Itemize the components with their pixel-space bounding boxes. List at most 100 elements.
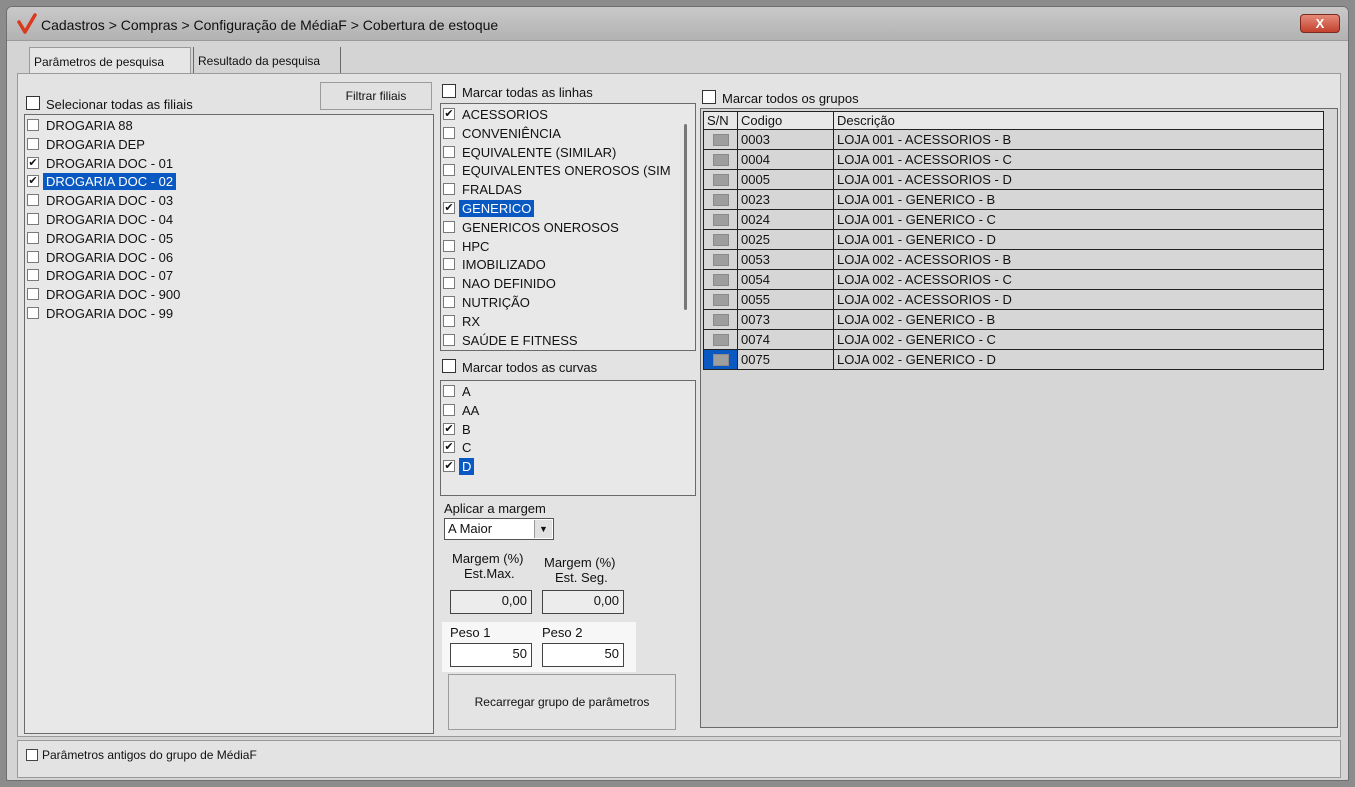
filial-item-checkbox[interactable] bbox=[27, 137, 39, 150]
column-header-descricao[interactable]: Descrição bbox=[833, 111, 1324, 130]
linha-item-checkbox[interactable]: ✔ bbox=[443, 202, 455, 214]
column-header-sn[interactable]: S/N bbox=[703, 111, 738, 130]
table-row[interactable]: 0003 LOJA 001 - ACESSORIOS - B bbox=[703, 129, 1324, 150]
curva-item-checkbox[interactable]: ✔ bbox=[443, 422, 455, 435]
filial-item[interactable]: DROGARIA DOC - 06 bbox=[25, 248, 433, 267]
linha-item[interactable]: RX bbox=[441, 312, 695, 331]
row-toggle-box[interactable] bbox=[712, 233, 729, 246]
linha-item-checkbox[interactable] bbox=[443, 239, 455, 252]
filial-item[interactable]: DROGARIA DOC - 900 bbox=[25, 285, 433, 304]
row-toggle-box[interactable] bbox=[712, 153, 729, 166]
row-sn-cell[interactable] bbox=[703, 129, 738, 150]
filiais-listbox[interactable]: DROGARIA 88 DROGARIA DEP ✔ DROGARIA DOC - 0… bbox=[24, 114, 434, 734]
filial-item[interactable]: DROGARIA 88 bbox=[25, 116, 433, 135]
peso2-input[interactable]: 50 bbox=[542, 643, 624, 667]
linha-item[interactable]: SAÚDE E FITNESS bbox=[441, 331, 695, 350]
row-toggle-box[interactable] bbox=[712, 293, 729, 306]
table-row[interactable]: 0053 LOJA 002 - ACESSORIOS - B bbox=[703, 249, 1324, 270]
linha-item[interactable]: IMOBILIZADO bbox=[441, 255, 695, 274]
table-row[interactable]: 0074 LOJA 002 - GENERICO - C bbox=[703, 329, 1324, 350]
table-row[interactable]: 0023 LOJA 001 - GENERICO - B bbox=[703, 189, 1324, 210]
row-sn-cell[interactable] bbox=[703, 149, 738, 170]
linha-item-checkbox[interactable] bbox=[443, 296, 455, 308]
linha-item-checkbox[interactable]: ✔ bbox=[443, 108, 455, 120]
row-toggle-box[interactable] bbox=[712, 213, 729, 226]
linha-item-checkbox[interactable] bbox=[443, 333, 455, 346]
apply-margin-select[interactable]: A Maior ▼ bbox=[444, 518, 554, 540]
linha-item[interactable]: EQUIVALENTE (SIMILAR) bbox=[441, 143, 695, 162]
row-sn-cell[interactable] bbox=[703, 189, 738, 210]
tab-resultado-pesquisa[interactable]: Resultado da pesquisa bbox=[193, 47, 341, 75]
linha-item[interactable]: EQUIVALENTES ONEROSOS (SIM bbox=[441, 161, 695, 180]
filial-item-checkbox[interactable] bbox=[27, 307, 39, 319]
linha-item[interactable]: HPC bbox=[441, 237, 695, 256]
filial-item-checkbox[interactable] bbox=[27, 194, 39, 207]
filial-item[interactable]: DROGARIA DOC - 04 bbox=[25, 210, 433, 229]
filial-item[interactable]: DROGARIA DOC - 03 bbox=[25, 191, 433, 210]
row-toggle-box[interactable] bbox=[712, 173, 729, 186]
linha-item[interactable]: GENERICOS ONEROSOS bbox=[441, 218, 695, 237]
filial-item[interactable]: DROGARIA DOC - 07 bbox=[25, 266, 433, 285]
margin-seg-input[interactable]: 0,00 bbox=[542, 590, 624, 614]
tab-parametros-pesquisa[interactable]: Parâmetros de pesquisa bbox=[29, 47, 191, 75]
row-toggle-box[interactable] bbox=[712, 353, 729, 366]
table-row[interactable]: 0005 LOJA 001 - ACESSORIOS - D bbox=[703, 169, 1324, 190]
filial-item[interactable]: ✔ DROGARIA DOC - 01 bbox=[25, 154, 433, 173]
select-all-grupos-checkbox[interactable] bbox=[702, 90, 716, 104]
filial-item-checkbox[interactable] bbox=[27, 119, 39, 131]
curva-item[interactable]: ✔ B bbox=[441, 420, 695, 439]
table-row[interactable]: 0055 LOJA 002 - ACESSORIOS - D bbox=[703, 289, 1324, 310]
linha-item-checkbox[interactable] bbox=[443, 258, 455, 271]
select-all-filiais-checkbox[interactable] bbox=[26, 96, 40, 110]
linha-item[interactable]: CONVENIÊNCIA bbox=[441, 124, 695, 143]
select-all-curvas-checkbox[interactable] bbox=[442, 359, 456, 373]
old-params-checkbox[interactable] bbox=[26, 749, 38, 761]
filial-item[interactable]: DROGARIA DOC - 05 bbox=[25, 229, 433, 248]
linhas-scrollbar[interactable] bbox=[684, 124, 687, 310]
filial-item-checkbox[interactable]: ✔ bbox=[27, 175, 39, 188]
row-toggle-box[interactable] bbox=[712, 273, 729, 286]
filial-item-checkbox[interactable]: ✔ bbox=[27, 156, 39, 169]
linha-item-checkbox[interactable] bbox=[443, 314, 455, 327]
curva-item[interactable]: AA bbox=[441, 401, 695, 420]
row-sn-cell[interactable] bbox=[703, 329, 738, 350]
linha-item-checkbox[interactable] bbox=[443, 145, 455, 158]
linha-item-checkbox[interactable] bbox=[443, 126, 455, 139]
peso1-input[interactable]: 50 bbox=[450, 643, 532, 667]
linha-item[interactable]: ✔ ACESSORIOS bbox=[441, 105, 695, 124]
chevron-down-icon[interactable]: ▼ bbox=[534, 520, 552, 538]
linhas-listbox[interactable]: ✔ ACESSORIOS CONVENIÊNCIA EQUIVALENTE (SIMI… bbox=[440, 103, 696, 351]
table-row[interactable]: 0075 LOJA 002 - GENERICO - D bbox=[703, 349, 1324, 370]
row-sn-cell[interactable] bbox=[703, 169, 738, 190]
table-row[interactable]: 0073 LOJA 002 - GENERICO - B bbox=[703, 309, 1324, 330]
curva-item[interactable]: A bbox=[441, 382, 695, 401]
margin-max-input[interactable]: 0,00 bbox=[450, 590, 532, 614]
select-all-linhas-checkbox[interactable] bbox=[442, 84, 456, 98]
filial-item-checkbox[interactable] bbox=[27, 213, 39, 225]
row-toggle-box[interactable] bbox=[712, 313, 729, 326]
row-sn-cell[interactable] bbox=[703, 309, 738, 330]
table-row[interactable]: 0024 LOJA 001 - GENERICO - C bbox=[703, 209, 1324, 230]
filial-item[interactable]: ✔ DROGARIA DOC - 02 bbox=[25, 172, 433, 191]
linha-item-checkbox[interactable] bbox=[443, 183, 455, 196]
curva-item[interactable]: ✔ D bbox=[441, 457, 695, 476]
linha-item[interactable]: NAO DEFINIDO bbox=[441, 274, 695, 293]
row-toggle-box[interactable] bbox=[712, 133, 729, 146]
curvas-listbox[interactable]: A AA ✔ B ✔ C ✔ D bbox=[440, 380, 696, 496]
filial-item-checkbox[interactable] bbox=[27, 231, 39, 244]
row-sn-cell[interactable] bbox=[703, 229, 738, 250]
row-toggle-box[interactable] bbox=[712, 193, 729, 206]
table-row[interactable]: 0054 LOJA 002 - ACESSORIOS - C bbox=[703, 269, 1324, 290]
filter-filiais-button[interactable]: Filtrar filiais bbox=[320, 82, 432, 110]
linha-item[interactable]: FRALDAS bbox=[441, 180, 695, 199]
row-sn-cell[interactable] bbox=[703, 349, 738, 370]
curva-item-checkbox[interactable]: ✔ bbox=[443, 441, 455, 454]
table-row[interactable]: 0025 LOJA 001 - GENERICO - D bbox=[703, 229, 1324, 250]
row-sn-cell[interactable] bbox=[703, 269, 738, 290]
row-sn-cell[interactable] bbox=[703, 209, 738, 230]
filial-item[interactable]: DROGARIA DOC - 99 bbox=[25, 304, 433, 323]
linha-item-checkbox[interactable] bbox=[443, 277, 455, 290]
row-sn-cell[interactable] bbox=[703, 289, 738, 310]
filial-item[interactable]: DROGARIA DEP bbox=[25, 135, 433, 154]
filial-item-checkbox[interactable] bbox=[27, 250, 39, 263]
